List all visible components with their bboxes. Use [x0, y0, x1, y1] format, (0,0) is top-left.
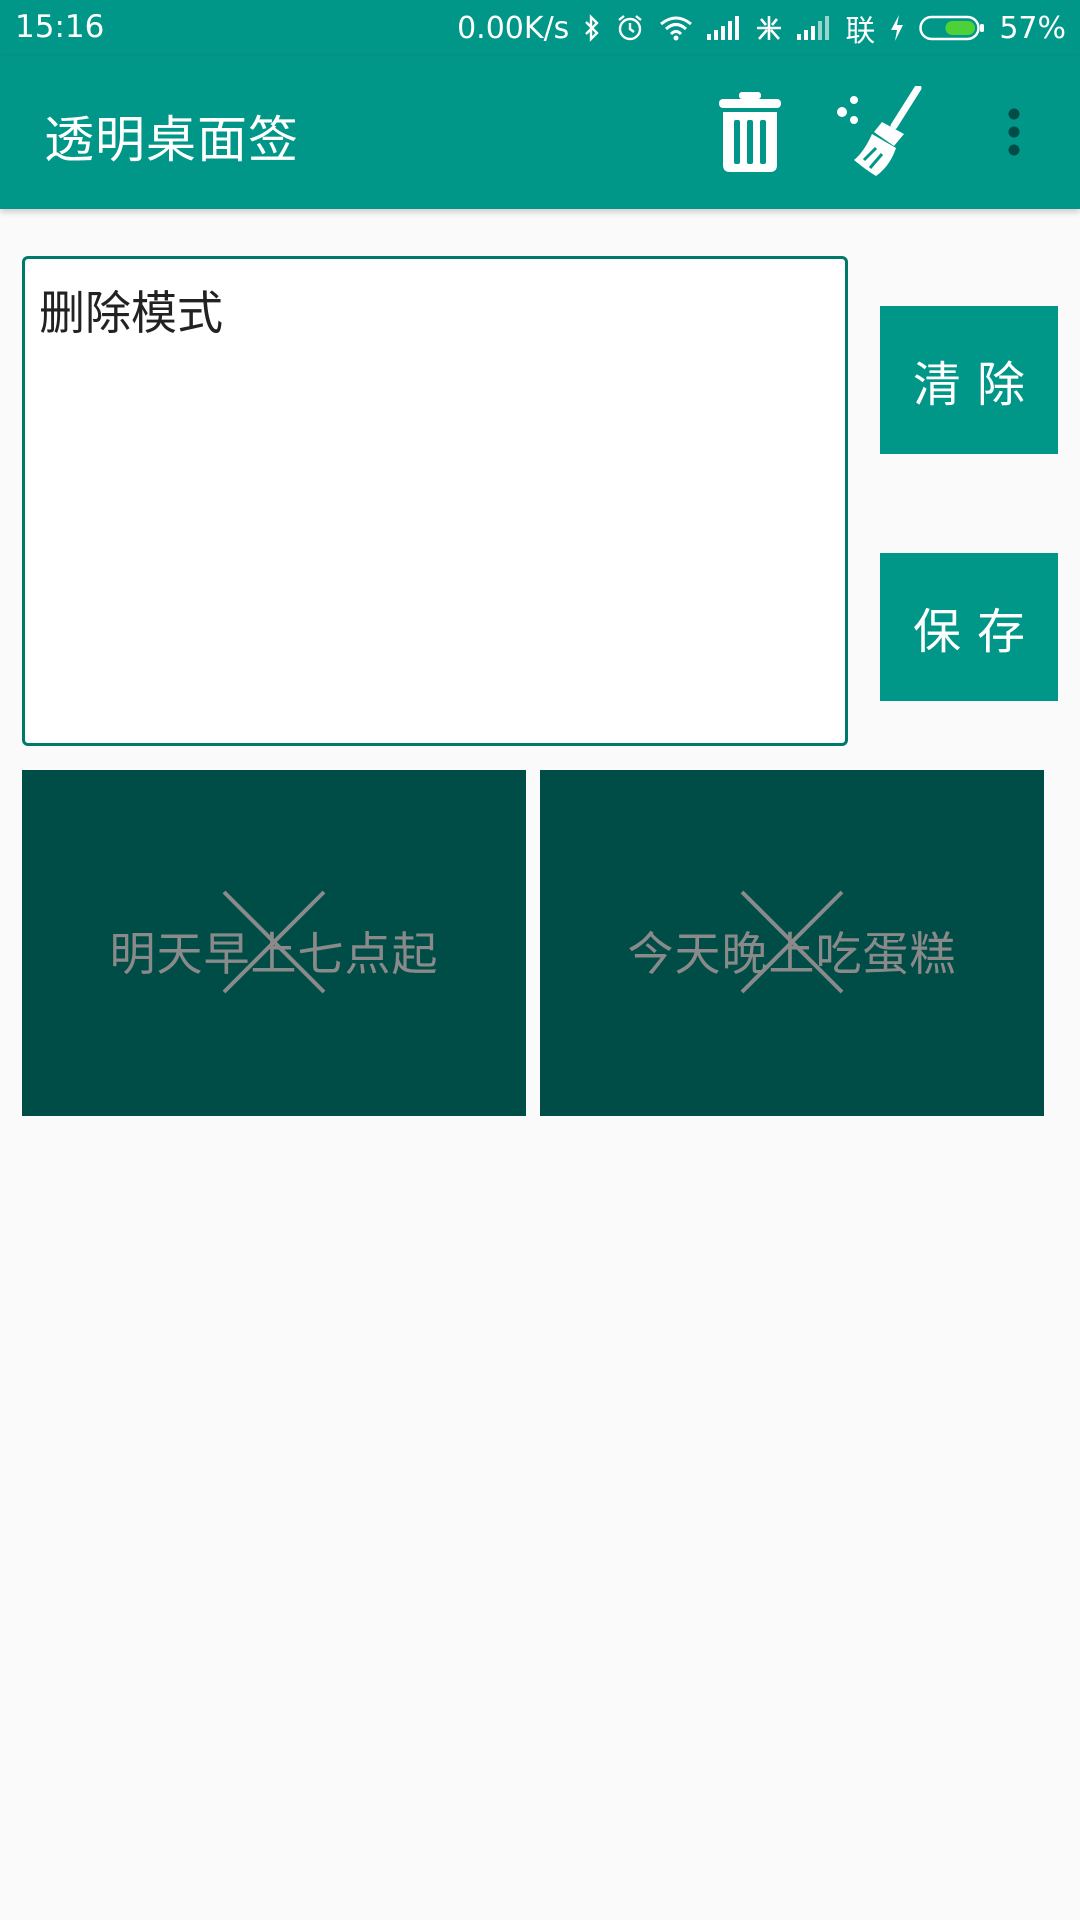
- save-button[interactable]: 保存: [880, 553, 1058, 701]
- app-toolbar: 透明桌面签: [0, 56, 1080, 209]
- status-bar: 15:16 0.00K/s 联 57%: [0, 0, 1080, 56]
- mi-icon: [755, 14, 783, 42]
- page-title: 透明桌面签: [44, 111, 299, 169]
- note-card[interactable]: 今天晚上吃蛋糕: [540, 770, 1044, 1116]
- overflow-menu-button[interactable]: [984, 76, 1044, 188]
- clear-button[interactable]: 清除: [880, 306, 1058, 454]
- status-icons: 0.00K/s 联 57%: [457, 7, 1066, 50]
- charging-icon: [889, 14, 905, 42]
- bluetooth-icon: [583, 14, 601, 42]
- alarm-icon: [615, 13, 645, 43]
- carrier-label: 联: [845, 14, 876, 49]
- more-vert-icon: [1008, 108, 1020, 156]
- note-input[interactable]: 删除模式: [22, 256, 848, 746]
- clean-all-button[interactable]: [826, 76, 938, 188]
- network-speed: 0.00K/s: [457, 10, 570, 46]
- delete-x-icon[interactable]: [740, 890, 844, 994]
- note-card[interactable]: 明天早上七点起: [22, 770, 526, 1116]
- broom-icon: [837, 86, 922, 176]
- signal-icon: [797, 16, 831, 40]
- delete-x-icon[interactable]: [222, 890, 326, 994]
- wifi-icon: [659, 15, 693, 41]
- trash-icon: [719, 92, 781, 172]
- battery-percent: 57%: [999, 10, 1066, 46]
- battery-icon: [919, 14, 985, 42]
- signal-icon: [707, 16, 741, 40]
- delete-mode-button[interactable]: [694, 76, 806, 188]
- status-time: 15:16: [15, 9, 105, 45]
